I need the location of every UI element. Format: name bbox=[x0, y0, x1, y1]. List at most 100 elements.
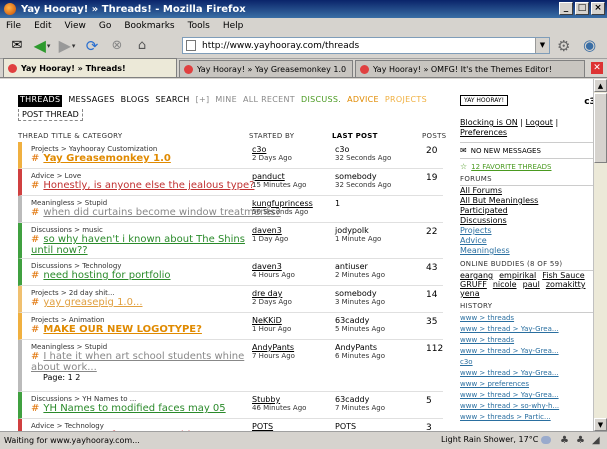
maximize-button[interactable]: □ bbox=[575, 2, 589, 15]
starter-username[interactable]: dre day bbox=[252, 289, 292, 298]
thread-title-link[interactable]: need hosting for portfolio bbox=[43, 270, 170, 281]
menu-tools[interactable]: Tools bbox=[188, 21, 210, 31]
col-started-header[interactable]: STARTED BY bbox=[249, 132, 294, 140]
back-dropdown-icon[interactable]: ▾ bbox=[47, 42, 51, 50]
history-link[interactable]: www > thread > so-why-h... bbox=[460, 401, 593, 412]
nav-plus[interactable]: [+] bbox=[196, 95, 210, 107]
history-link[interactable]: www > threads > Partic... bbox=[460, 412, 593, 423]
nav-search[interactable]: SEARCH bbox=[155, 95, 189, 107]
last-poster[interactable]: 1 bbox=[335, 199, 340, 208]
home-button[interactable]: ⌂ bbox=[131, 36, 153, 56]
menu-file[interactable]: File bbox=[6, 21, 21, 31]
last-poster[interactable]: 63caddy bbox=[335, 395, 385, 404]
url-text[interactable]: http://www.yayhooray.com/threads bbox=[202, 41, 359, 51]
scroll-down-icon[interactable]: ▼ bbox=[594, 418, 607, 431]
menu-view[interactable]: View bbox=[65, 21, 86, 31]
back-button[interactable]: ◀ ▾ bbox=[31, 36, 53, 56]
starter-username[interactable]: daven3 bbox=[252, 262, 295, 271]
thread-category[interactable]: Meaningless > Stupid bbox=[31, 196, 443, 207]
mail-icon[interactable]: ✉ bbox=[6, 36, 28, 56]
thread-pages[interactable]: Page: 1 2 bbox=[31, 373, 443, 382]
last-poster[interactable]: somebody bbox=[335, 172, 391, 181]
buddy-link[interactable]: empirikal bbox=[499, 271, 536, 280]
forward-button[interactable]: ▶ ▾ bbox=[56, 36, 78, 56]
nav-advice[interactable]: ADVICE bbox=[347, 95, 379, 107]
forum-link[interactable]: All But Meaningless bbox=[460, 196, 593, 206]
favorite-threads-link[interactable]: 12 FAVORITE THREADS bbox=[471, 163, 551, 171]
tab-threads[interactable]: Yay Hooray! » Threads! bbox=[3, 58, 177, 77]
last-poster[interactable]: 63caddy bbox=[335, 316, 385, 325]
username[interactable]: c3o bbox=[584, 97, 593, 107]
nav-projects[interactable]: PROJECTS bbox=[385, 95, 427, 107]
starter-username[interactable]: AndyPants bbox=[252, 343, 295, 352]
preferences-link[interactable]: Preferences bbox=[460, 128, 507, 137]
close-window-button[interactable]: × bbox=[591, 2, 605, 15]
buddy-link[interactable]: paul bbox=[523, 280, 540, 289]
history-link[interactable]: www > threads bbox=[460, 335, 593, 346]
close-tab-icon[interactable]: ✕ bbox=[591, 62, 603, 74]
menu-go[interactable]: Go bbox=[99, 21, 111, 31]
url-bar[interactable]: http://www.yayhooray.com/threads ▼ bbox=[182, 37, 550, 54]
last-poster[interactable]: jodypolk bbox=[335, 226, 381, 235]
thread-title-link[interactable]: YH Names to modified faces may 05 bbox=[43, 403, 225, 414]
history-link[interactable]: www > thread > Yay-Grea... bbox=[460, 346, 593, 357]
history-link[interactable]: www > thread > Yay-Grea... bbox=[460, 324, 593, 335]
post-thread-button[interactable]: POST THREAD bbox=[18, 109, 83, 121]
extension-icon[interactable]: ♣ bbox=[560, 435, 569, 446]
gear-icon[interactable]: ⚙ bbox=[557, 37, 570, 55]
nav-all-recent[interactable]: ALL RECENT bbox=[243, 95, 295, 107]
buddy-link[interactable]: GRUFF bbox=[460, 280, 487, 289]
starter-username[interactable]: Stubby bbox=[252, 395, 306, 404]
nav-discuss[interactable]: DISCUSS. bbox=[301, 95, 341, 107]
resize-grip-icon[interactable]: ◢ bbox=[592, 435, 600, 446]
nav-blogs[interactable]: BLOGS bbox=[121, 95, 150, 107]
buddy-link[interactable]: nicole bbox=[493, 280, 517, 289]
weather-widget[interactable]: Light Rain Shower, 17°C bbox=[441, 435, 552, 444]
nav-messages[interactable]: MESSAGES bbox=[68, 95, 114, 107]
thread-title-link[interactable]: MAKE OUR NEW LOGOTYPE? bbox=[43, 324, 202, 335]
buddy-link[interactable]: yena bbox=[460, 289, 480, 298]
tab-themes-editor[interactable]: Yay Hooray! » OMFG! It's the Themes Edit… bbox=[355, 60, 585, 77]
starter-username[interactable]: c3o bbox=[252, 145, 292, 154]
thread-title-link[interactable]: so why haven't i known about The Shins u… bbox=[31, 234, 245, 256]
buddy-link[interactable]: zomakitty bbox=[546, 280, 586, 289]
scroll-thumb[interactable] bbox=[594, 93, 607, 163]
menu-bookmarks[interactable]: Bookmarks bbox=[124, 21, 174, 31]
logout-link[interactable]: Logout bbox=[526, 118, 553, 127]
site-logo[interactable]: YAY HOORAY! bbox=[460, 95, 509, 106]
buddy-link[interactable]: Fish Sauce bbox=[542, 271, 584, 280]
starter-username[interactable]: kungfuprincess bbox=[252, 199, 313, 208]
blocking-link[interactable]: Blocking is ON bbox=[460, 118, 518, 127]
last-poster[interactable]: c3o bbox=[335, 145, 391, 154]
forum-link[interactable]: Meaningless bbox=[460, 246, 593, 256]
forum-link[interactable]: Participated bbox=[460, 206, 593, 216]
last-poster[interactable]: somebody bbox=[335, 289, 385, 298]
forum-link[interactable]: Advice bbox=[460, 236, 593, 246]
history-link[interactable]: c3o bbox=[460, 357, 593, 368]
col-last-post-header[interactable]: LAST POST bbox=[332, 132, 378, 140]
thread-title-link[interactable]: when did curtains become window treatmen… bbox=[43, 207, 280, 218]
forum-link[interactable]: All Forums bbox=[460, 186, 593, 196]
col-title-header[interactable]: THREAD TITLE & CATEGORY bbox=[18, 132, 122, 140]
nav-threads[interactable]: THREADS bbox=[18, 95, 63, 107]
thread-title-link[interactable]: yay greasepig 1.0... bbox=[43, 297, 142, 308]
forward-dropdown-icon[interactable]: ▾ bbox=[72, 42, 76, 50]
last-poster[interactable]: AndyPants bbox=[335, 343, 385, 352]
starter-username[interactable]: panduct bbox=[252, 172, 306, 181]
history-link[interactable]: www > thread > Yay-Grea... bbox=[460, 368, 593, 379]
stop-button[interactable]: ⊗ bbox=[106, 36, 128, 56]
history-link[interactable]: www > preferences bbox=[460, 379, 593, 390]
starter-username[interactable]: NeKKiD bbox=[252, 316, 291, 325]
vertical-scrollbar[interactable]: ▲ ▼ bbox=[593, 79, 607, 431]
thread-title-link[interactable]: Honestly, is anyone else the jealous typ… bbox=[43, 180, 254, 191]
thread-title-link[interactable]: I hate it when art school students whine… bbox=[31, 351, 244, 373]
last-poster[interactable]: antiuser bbox=[335, 262, 385, 271]
scroll-up-icon[interactable]: ▲ bbox=[594, 79, 607, 92]
starter-username[interactable]: daven3 bbox=[252, 226, 288, 235]
url-dropdown-icon[interactable]: ▼ bbox=[535, 38, 549, 53]
reload-button[interactable]: ⟳ bbox=[81, 36, 103, 56]
tab-greasemonkey[interactable]: Yay Hooray! » Yay Greasemonkey 1.0 bbox=[179, 60, 353, 77]
buddy-link[interactable]: eargang bbox=[460, 271, 493, 280]
minimize-button[interactable]: _ bbox=[559, 2, 573, 15]
history-link[interactable]: www > thread > Yay-Grea... bbox=[460, 390, 593, 401]
